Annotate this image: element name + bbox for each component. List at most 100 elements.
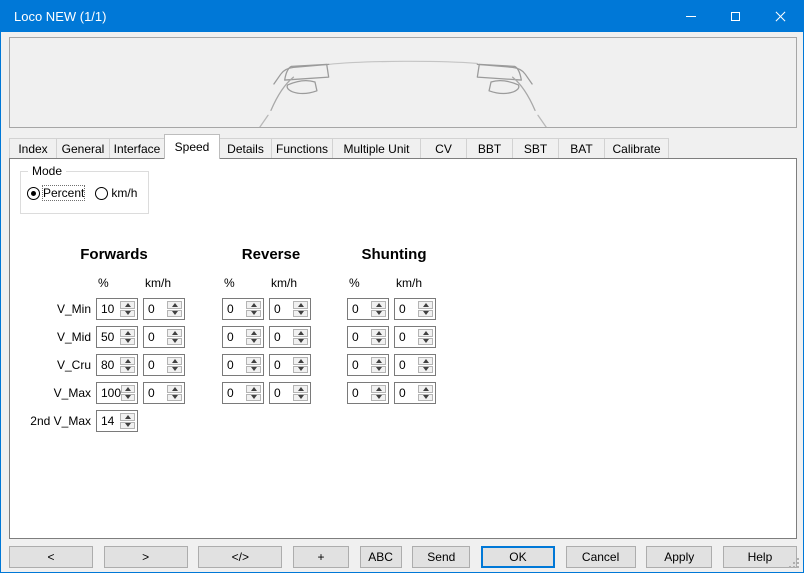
spinner-vmax-reverse-kmh[interactable]: 0	[269, 382, 311, 404]
maximize-button[interactable]	[713, 1, 758, 32]
spinner-vmax-shunting-kmh[interactable]: 0	[394, 382, 436, 404]
spinner-vmax-forwards-kmh[interactable]: 0	[143, 382, 185, 404]
spin-up-button[interactable]	[418, 329, 433, 337]
prev-loco-button[interactable]: <	[9, 546, 93, 568]
spin-up-button[interactable]	[121, 385, 135, 393]
spin-up-button[interactable]	[371, 357, 386, 365]
spinner-vmid-reverse-kmh[interactable]: 0	[269, 326, 311, 348]
resize-grip-icon[interactable]	[797, 566, 799, 568]
tab-general[interactable]: General	[56, 138, 110, 158]
spin-up-button[interactable]	[246, 329, 261, 337]
spin-down-button[interactable]	[246, 338, 261, 346]
spin-up-button[interactable]	[167, 357, 182, 365]
spinner-vcru-reverse-percent[interactable]: 0	[222, 354, 264, 376]
tab-calibrate[interactable]: Calibrate	[604, 138, 669, 158]
help-button[interactable]: Help	[723, 546, 797, 568]
spinner-vmin-forwards-kmh[interactable]: 0	[143, 298, 185, 320]
spin-down-button[interactable]	[246, 394, 261, 402]
spin-up-button[interactable]	[293, 357, 308, 365]
spinner-vmax-reverse-percent[interactable]: 0	[222, 382, 264, 404]
spin-up-button[interactable]	[120, 413, 135, 421]
spin-up-button[interactable]	[120, 301, 135, 309]
spin-up-button[interactable]	[293, 301, 308, 309]
spinner-vmin-reverse-kmh[interactable]: 0	[269, 298, 311, 320]
spin-up-button[interactable]	[167, 301, 182, 309]
spinner-vmid-forwards-kmh[interactable]: 0	[143, 326, 185, 348]
spin-down-button[interactable]	[167, 310, 182, 318]
spin-down-button[interactable]	[371, 310, 386, 318]
spin-down-button[interactable]	[293, 338, 308, 346]
spin-up-button[interactable]	[120, 329, 135, 337]
minimize-button[interactable]	[668, 1, 713, 32]
spin-down-button[interactable]	[418, 394, 433, 402]
spin-up-button[interactable]	[167, 329, 182, 337]
close-button[interactable]	[758, 1, 803, 32]
spin-down-button[interactable]	[293, 366, 308, 374]
tab-bbt[interactable]: BBT	[466, 138, 513, 158]
tab-index[interactable]: Index	[9, 138, 57, 158]
spin-up-button[interactable]	[418, 301, 433, 309]
spin-up-button[interactable]	[371, 301, 386, 309]
send-button[interactable]: Send	[412, 546, 470, 568]
spin-up-button[interactable]	[246, 301, 261, 309]
spin-down-button[interactable]	[120, 338, 135, 346]
code-button[interactable]: </>	[198, 546, 282, 568]
spin-up-button[interactable]	[418, 385, 433, 393]
apply-button[interactable]: Apply	[646, 546, 712, 568]
spinner-vmax-forwards-percent[interactable]: 100	[96, 382, 138, 404]
spin-down-button[interactable]	[418, 310, 433, 318]
spin-down-button[interactable]	[120, 422, 135, 430]
spinner-vcru-forwards-percent[interactable]: 80	[96, 354, 138, 376]
spin-down-button[interactable]	[293, 394, 308, 402]
radio-percent[interactable]: Percent	[27, 186, 84, 200]
spin-down-button[interactable]	[121, 394, 135, 402]
tab-interface[interactable]: Interface	[109, 138, 165, 158]
spin-down-button[interactable]	[120, 310, 135, 318]
spin-up-button[interactable]	[246, 357, 261, 365]
spin-up-button[interactable]	[293, 329, 308, 337]
tab-sbt[interactable]: SBT	[512, 138, 559, 158]
spinner-vmax-shunting-percent[interactable]: 0	[347, 382, 389, 404]
tab-speed[interactable]: Speed	[164, 134, 220, 159]
tab-functions[interactable]: Functions	[271, 138, 333, 158]
spin-down-button[interactable]	[167, 394, 182, 402]
tab-bat[interactable]: BAT	[558, 138, 605, 158]
spin-up-button[interactable]	[167, 385, 182, 393]
spinner-vmin-forwards-percent[interactable]: 10	[96, 298, 138, 320]
ok-button[interactable]: OK	[481, 546, 555, 568]
spin-down-button[interactable]	[418, 366, 433, 374]
spin-down-button[interactable]	[167, 366, 182, 374]
spin-down-button[interactable]	[371, 366, 386, 374]
spinner-vcru-shunting-percent[interactable]: 0	[347, 354, 389, 376]
spinner-vmin-reverse-percent[interactable]: 0	[222, 298, 264, 320]
spin-up-button[interactable]	[371, 329, 386, 337]
cancel-button[interactable]: Cancel	[566, 546, 636, 568]
spin-down-button[interactable]	[371, 394, 386, 402]
spinner-vmid-shunting-percent[interactable]: 0	[347, 326, 389, 348]
add-button[interactable]: +	[293, 546, 349, 568]
tab-multiple-unit[interactable]: Multiple Unit	[332, 138, 421, 158]
abc-button[interactable]: ABC	[360, 546, 402, 568]
radio-kmh[interactable]: km/h	[95, 186, 137, 200]
spin-down-button[interactable]	[120, 366, 135, 374]
spin-up-button[interactable]	[120, 357, 135, 365]
spin-down-button[interactable]	[293, 310, 308, 318]
spin-up-button[interactable]	[246, 385, 261, 393]
next-loco-button[interactable]: >	[104, 546, 188, 568]
tab-details[interactable]: Details	[219, 138, 272, 158]
spinner-vmid-reverse-percent[interactable]: 0	[222, 326, 264, 348]
spin-down-button[interactable]	[418, 338, 433, 346]
spin-down-button[interactable]	[246, 366, 261, 374]
spin-up-button[interactable]	[371, 385, 386, 393]
spinner-vmin-shunting-kmh[interactable]: 0	[394, 298, 436, 320]
spinner-vmid-forwards-percent[interactable]: 50	[96, 326, 138, 348]
spinner-vmid-shunting-kmh[interactable]: 0	[394, 326, 436, 348]
spin-up-button[interactable]	[293, 385, 308, 393]
spinner-vcru-reverse-kmh[interactable]: 0	[269, 354, 311, 376]
spinner-vcru-shunting-kmh[interactable]: 0	[394, 354, 436, 376]
spinner-vcru-forwards-kmh[interactable]: 0	[143, 354, 185, 376]
tab-cv[interactable]: CV	[420, 138, 467, 158]
spin-up-button[interactable]	[418, 357, 433, 365]
spin-down-button[interactable]	[246, 310, 261, 318]
spinner-vmin-shunting-percent[interactable]: 0	[347, 298, 389, 320]
